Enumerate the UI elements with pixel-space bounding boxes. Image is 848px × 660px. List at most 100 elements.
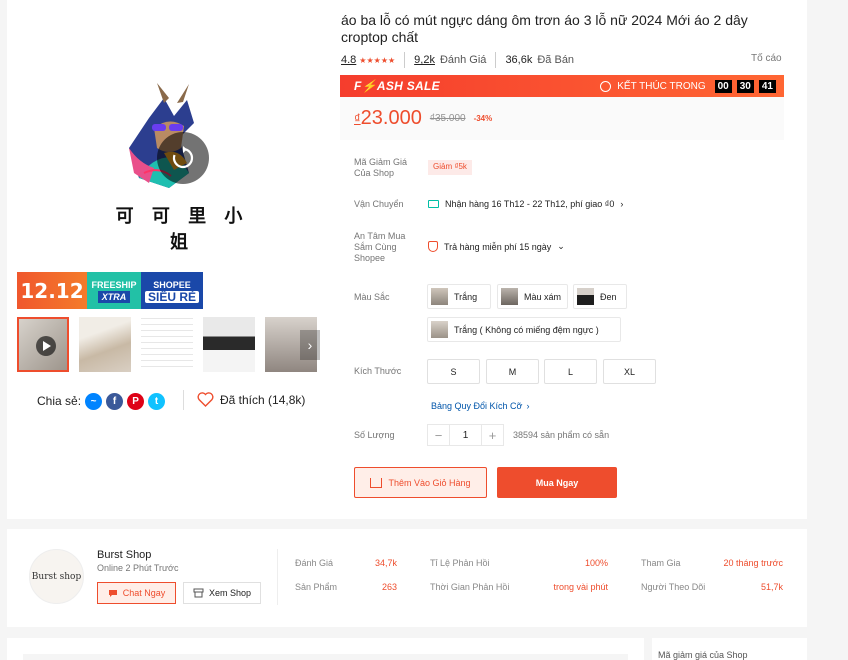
size-option-xl[interactable]: XL <box>603 359 656 384</box>
freeship-label: FREESHIP <box>91 279 137 290</box>
thumbnail-next-arrow-icon[interactable]: › <box>300 330 320 360</box>
shield-icon <box>428 241 438 252</box>
flash-sale-countdown: KẾT THÚC TRONG 00 30 41 <box>600 79 776 93</box>
chat-icon <box>108 589 117 597</box>
brand-chinese-text: 可 可 里 小 姐 <box>115 206 249 253</box>
stat-products-value: 263 <box>381 582 397 592</box>
review-count[interactable]: 9,2k <box>414 54 435 66</box>
replay-icon[interactable] <box>157 132 209 184</box>
thumbnail-size-chart[interactable] <box>141 317 194 372</box>
chevron-right-icon: › <box>620 199 624 209</box>
shop-avatar[interactable]: Burst shop <box>29 549 84 604</box>
product-title: áo ba lỗ có mút ngực dáng ôm trơn áo 3 l… <box>341 12 748 45</box>
swatch-image <box>431 288 448 305</box>
stat-response-rate-value: 100% <box>584 558 608 568</box>
divider <box>495 52 497 68</box>
add-to-cart-button[interactable]: Thêm Vào Giỏ Hàng <box>354 467 487 498</box>
messenger-icon[interactable]: ~ <box>85 392 103 410</box>
buy-now-button[interactable]: Mua Ngay <box>497 467 617 498</box>
share-label: Chia sẻ: <box>37 394 82 408</box>
swatch-image <box>431 321 448 338</box>
color-option-white[interactable]: Trắng <box>427 284 491 309</box>
size-option-m[interactable]: M <box>486 359 539 384</box>
return-policy[interactable]: Trả hàng miễn phí 15 ngày ⌄ <box>428 241 565 252</box>
thumbnail-image[interactable] <box>79 317 132 372</box>
thumbnail-strip <box>17 317 317 373</box>
price-box: ₫ 23.000 ₫35.000 -34% <box>340 97 784 140</box>
decrease-button[interactable]: − <box>428 425 449 445</box>
size-guide-link[interactable]: Bảng Quy Đổi Kích Cỡ › <box>431 401 529 411</box>
view-shop-label: Xem Shop <box>208 588 252 598</box>
rating-row: 4.8 ★★★★★ 9,2k Đánh Giá 36,6k Đã Bán <box>341 52 574 68</box>
facebook-icon[interactable]: f <box>106 392 124 410</box>
add-to-cart-label: Thêm Vào Giỏ Hàng <box>388 477 471 488</box>
shopee-label: SHOPEE <box>153 279 191 290</box>
store-icon <box>193 588 204 598</box>
voucher-chip[interactable]: Giảm ₫5k <box>428 160 472 175</box>
product-main-image[interactable]: 可 可 里 小 姐 <box>17 0 342 268</box>
color-option-gray[interactable]: Màu xám <box>497 284 568 309</box>
xtra-label: XTRA <box>97 290 131 303</box>
price-currency: ₫ <box>354 111 361 126</box>
play-icon <box>36 336 56 356</box>
countdown-minutes: 30 <box>736 79 754 93</box>
heart-icon <box>197 392 214 407</box>
stat-followers-label: Người Theo Dõi <box>641 582 706 592</box>
color-option-white-no-pad[interactable]: Trắng ( Không có miếng đệm ngực ) <box>427 317 621 342</box>
chevron-right-icon: › <box>526 401 530 411</box>
chat-now-label: Chat Ngay <box>122 588 166 598</box>
shop-divider <box>277 549 278 605</box>
shopee-sieu-re-badge: SHOPEE SIÊU RẺ <box>141 272 203 309</box>
like-button[interactable]: Đã thích (14,8k) <box>197 392 305 407</box>
color-option-black[interactable]: Đen <box>573 284 627 309</box>
size-option-s[interactable]: S <box>427 359 480 384</box>
color-label: Màu Sắc <box>354 292 390 302</box>
share-divider <box>183 390 184 410</box>
stat-products-label: Sản Phẩm <box>295 582 338 592</box>
size-option-l[interactable]: L <box>544 359 597 384</box>
increase-button[interactable]: + <box>482 425 503 445</box>
product-card: 可 可 里 小 姐 12.12 FREESHIP XTRA SHOPEE SIÊ… <box>7 0 807 519</box>
quantity-stepper: − 1 + <box>427 424 504 446</box>
report-link[interactable]: Tố cáo <box>751 53 782 64</box>
stock-text: 38594 sản phẩm có sẵn <box>513 430 610 440</box>
description-card <box>7 638 644 660</box>
return-policy-text: Trả hàng miễn phí 15 ngày <box>444 241 552 252</box>
stat-ratings-value: 34,7k <box>374 558 397 568</box>
twitter-icon[interactable]: t <box>148 392 166 410</box>
swatch-image <box>577 288 594 305</box>
stat-ratings-label: Đánh Giá <box>295 558 334 568</box>
rating-value[interactable]: 4.8 <box>341 54 356 66</box>
view-shop-button[interactable]: Xem Shop <box>183 582 261 604</box>
cart-icon <box>370 477 383 488</box>
sieu-re-label: SIÊU RẺ <box>144 290 199 303</box>
countdown-hours: 00 <box>714 79 732 93</box>
truck-icon <box>428 200 439 208</box>
size-guide-text: Bảng Quy Đổi Kích Cỡ <box>431 401 523 411</box>
shipping-text: Nhận hàng 16 Th12 - 22 Th12, phí giao ₫0 <box>445 199 615 209</box>
sold-label: Đã Bán <box>537 54 575 66</box>
thumbnail-image[interactable] <box>203 317 256 372</box>
chat-now-button[interactable]: Chat Ngay <box>97 582 176 604</box>
stat-response-time-value: trong vài phút <box>553 582 608 592</box>
shipping-label: Vận Chuyển <box>354 199 404 209</box>
quantity-input[interactable]: 1 <box>449 425 482 445</box>
size-label: Kích Thước <box>354 366 402 376</box>
divider <box>404 52 406 68</box>
shop-name[interactable]: Burst Shop <box>97 549 151 561</box>
countdown-seconds: 41 <box>758 79 776 93</box>
flash-sale-title: F⚡ASH SALE <box>354 79 440 93</box>
shop-voucher-card: Mã giảm giá của Shop <box>652 638 807 660</box>
pinterest-icon[interactable]: P <box>127 392 145 410</box>
promo-banner[interactable]: 12.12 FREESHIP XTRA SHOPEE SIÊU RẺ <box>17 272 203 309</box>
thumbnail-video[interactable] <box>17 317 70 372</box>
safe-shopping-label: An Tâm Mua Sắm Cùng Shopee <box>354 231 406 263</box>
discount-badge: -34% <box>473 114 493 123</box>
shipping-info[interactable]: Nhận hàng 16 Th12 - 22 Th12, phí giao ₫0… <box>428 199 623 209</box>
voucher-label: Mã Giảm Giá Của Shop <box>354 157 408 178</box>
share-row: Chia sẻ: ~ f P t <box>37 392 166 410</box>
shop-online-status: Online 2 Phút Trước <box>97 563 179 573</box>
chevron-down-icon: ⌄ <box>557 241 565 251</box>
rating-stars-icon: ★★★★★ <box>359 55 396 65</box>
promo-1212-badge: 12.12 <box>17 272 87 309</box>
